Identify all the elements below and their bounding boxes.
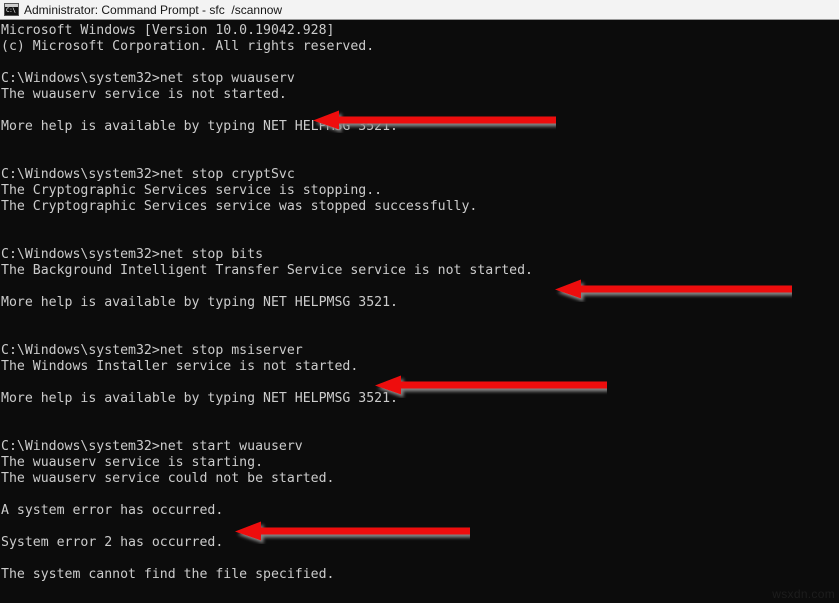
command-prompt-window: C:\ Administrator: Command Prompt - sfc … [0,0,839,603]
window-title-bar[interactable]: C:\ Administrator: Command Prompt - sfc … [0,0,839,20]
command-prompt-icon: C:\ [4,3,19,16]
icon-prompt-glyph: C:\ [6,7,16,14]
watermark: wsxdn.com [772,587,835,601]
console-text: Microsoft Windows [Version 10.0.19042.92… [1,23,533,582]
console-output-area[interactable]: Microsoft Windows [Version 10.0.19042.92… [0,21,839,603]
arrow-bits-not-started [555,278,792,302]
window-title-text: Administrator: Command Prompt - sfc /sca… [24,2,283,17]
